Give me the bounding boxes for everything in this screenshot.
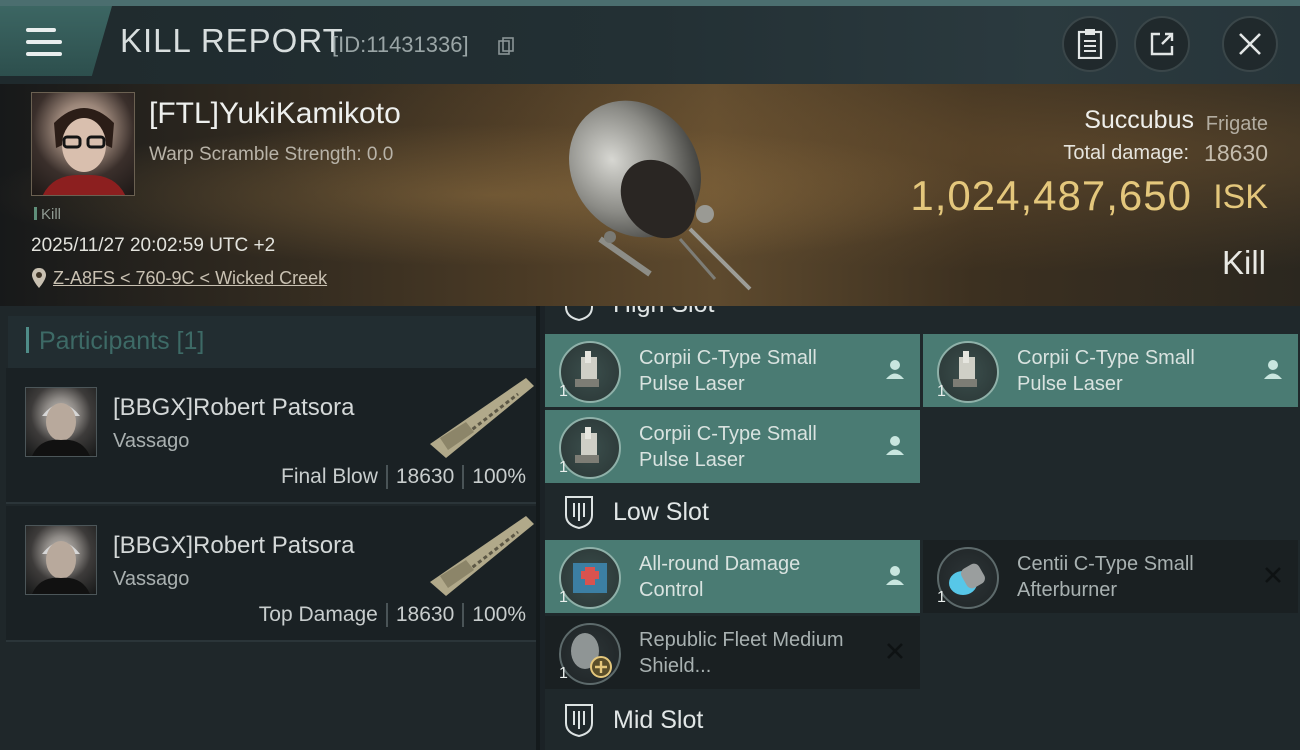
module-name: All-round Damage Control bbox=[639, 553, 801, 601]
victim-ship-name[interactable]: Succubus bbox=[1084, 106, 1194, 135]
shield-slot-icon bbox=[565, 306, 593, 321]
high-slot-label: High Slot bbox=[613, 306, 714, 319]
participant-damage: 18630 bbox=[395, 465, 455, 488]
menu-button[interactable] bbox=[0, 6, 112, 76]
x-icon bbox=[1265, 567, 1281, 583]
low-slot-label: Low Slot bbox=[613, 498, 709, 526]
participant-damage: 18630 bbox=[395, 603, 455, 626]
participant-ship-image bbox=[430, 378, 534, 458]
isk-unit: ISK bbox=[1213, 178, 1268, 216]
shield-slot-icon bbox=[565, 704, 593, 737]
participant-stats: Final Blow 18630 100% bbox=[281, 465, 526, 489]
close-button[interactable] bbox=[1222, 16, 1278, 72]
warp-scramble-strength: Warp Scramble Strength: 0.0 bbox=[149, 144, 394, 165]
final-blow-label: Final Blow bbox=[281, 465, 378, 488]
victim-panel: [FTL]YukiKamikoto Warp Scramble Strength… bbox=[0, 84, 1300, 306]
shield-extender-icon bbox=[559, 623, 621, 685]
module-name: Centii C-Type Small Afterburner bbox=[1017, 553, 1194, 601]
low-slot-header: Low Slot bbox=[545, 486, 1300, 540]
clipboard-button[interactable] bbox=[1062, 16, 1118, 72]
participant-row[interactable]: [BBGX]Robert Patsora Vassago Final Blow … bbox=[6, 368, 536, 504]
participant-ship-image bbox=[430, 516, 534, 596]
person-icon bbox=[886, 360, 904, 379]
share-icon bbox=[1150, 32, 1174, 56]
module-quantity: 1 bbox=[937, 383, 946, 400]
participants-title: Participants [1] bbox=[26, 327, 204, 356]
high-slot-header: High Slot bbox=[545, 306, 1300, 332]
module-slot[interactable]: 1 Corpii C-Type Small Pulse Laser bbox=[545, 334, 920, 407]
module-quantity: 1 bbox=[559, 459, 568, 476]
x-icon bbox=[887, 643, 903, 659]
participant-ship: Vassago bbox=[113, 430, 190, 452]
victim-portrait[interactable] bbox=[31, 92, 135, 196]
module-name: Corpii C-Type Small Pulse Laser bbox=[1017, 347, 1195, 395]
kill-tag: Kill bbox=[34, 206, 61, 223]
kill-datetime: 2025/11/27 20:02:59 UTC +2 bbox=[31, 235, 276, 256]
participant-ship: Vassago bbox=[113, 568, 190, 590]
module-quantity: 1 bbox=[559, 383, 568, 400]
page-title: KILL REPORT bbox=[120, 22, 344, 59]
location-link[interactable]: Z-A8FS < 760-9C < Wicked Creek bbox=[53, 268, 327, 289]
module-slot[interactable]: 1 Republic Fleet Medium Shield... bbox=[545, 616, 920, 689]
victim-ship-class: Frigate bbox=[1205, 113, 1268, 135]
location-pin-icon bbox=[32, 268, 46, 288]
module-slot[interactable]: 1 All-round Damage Control bbox=[545, 540, 920, 613]
module-quantity: 1 bbox=[937, 589, 946, 606]
clipboard-icon bbox=[1077, 29, 1103, 59]
total-damage-label: Total damage: bbox=[1063, 142, 1189, 164]
pulse-laser-icon bbox=[559, 417, 621, 479]
person-icon bbox=[1264, 360, 1282, 379]
fitting-slots-panel[interactable]: High Slot 1 Corpii C-Type Small Pulse La… bbox=[545, 306, 1300, 750]
avatar bbox=[43, 108, 125, 195]
share-button[interactable] bbox=[1134, 16, 1190, 72]
close-icon bbox=[1239, 33, 1261, 55]
participant-percent: 100% bbox=[472, 603, 526, 626]
pulse-laser-icon bbox=[559, 341, 621, 403]
mid-slot-header: Mid Slot bbox=[545, 694, 1300, 748]
participants-header: Participants [1] bbox=[8, 316, 536, 370]
participants-panel: Participants [1] [BBGX]Robert Patsora Va… bbox=[0, 306, 540, 750]
shield-slot-icon bbox=[565, 496, 593, 529]
module-quantity: 1 bbox=[559, 589, 568, 606]
top-damage-label: Top Damage bbox=[258, 603, 378, 626]
participant-name[interactable]: [BBGX]Robert Patsora bbox=[113, 394, 354, 422]
person-icon bbox=[886, 436, 904, 455]
participant-stats: Top Damage 18630 100% bbox=[259, 603, 526, 627]
kill-result-label: Kill bbox=[1221, 244, 1266, 281]
damage-control-icon bbox=[559, 547, 621, 609]
module-quantity: 1 bbox=[559, 665, 568, 682]
report-id: [ID:11431336] bbox=[332, 32, 469, 57]
victim-pilot-name[interactable]: [FTL]YukiKamikoto bbox=[149, 97, 401, 131]
hamburger-menu-icon[interactable] bbox=[26, 28, 62, 58]
total-damage-value: 18630 bbox=[1204, 140, 1268, 166]
module-name: Corpii C-Type Small Pulse Laser bbox=[639, 423, 817, 471]
participant-name[interactable]: [BBGX]Robert Patsora bbox=[113, 532, 354, 560]
module-slot[interactable]: 1 Centii C-Type Small Afterburner bbox=[923, 540, 1298, 613]
pulse-laser-icon bbox=[937, 341, 999, 403]
isk-value: 1,024,487,650 bbox=[910, 172, 1192, 219]
mid-slot-label: Mid Slot bbox=[613, 706, 704, 734]
person-icon bbox=[886, 566, 904, 585]
header: KILL REPORT [ID:11431336] bbox=[0, 0, 1300, 84]
avatar bbox=[25, 525, 97, 595]
participant-percent: 100% bbox=[472, 465, 526, 488]
module-name: Corpii C-Type Small Pulse Laser bbox=[639, 347, 817, 395]
participant-row[interactable]: [BBGX]Robert Patsora Vassago Top Damage … bbox=[6, 506, 536, 642]
module-slot[interactable]: 1 Corpii C-Type Small Pulse Laser bbox=[545, 410, 920, 483]
afterburner-icon bbox=[937, 547, 999, 609]
victim-ship-image[interactable] bbox=[540, 89, 770, 299]
avatar bbox=[25, 387, 97, 457]
module-name: Republic Fleet Medium Shield... bbox=[639, 629, 844, 677]
copy-icon[interactable] bbox=[498, 37, 514, 55]
module-slot[interactable]: 1 Corpii C-Type Small Pulse Laser bbox=[923, 334, 1298, 407]
